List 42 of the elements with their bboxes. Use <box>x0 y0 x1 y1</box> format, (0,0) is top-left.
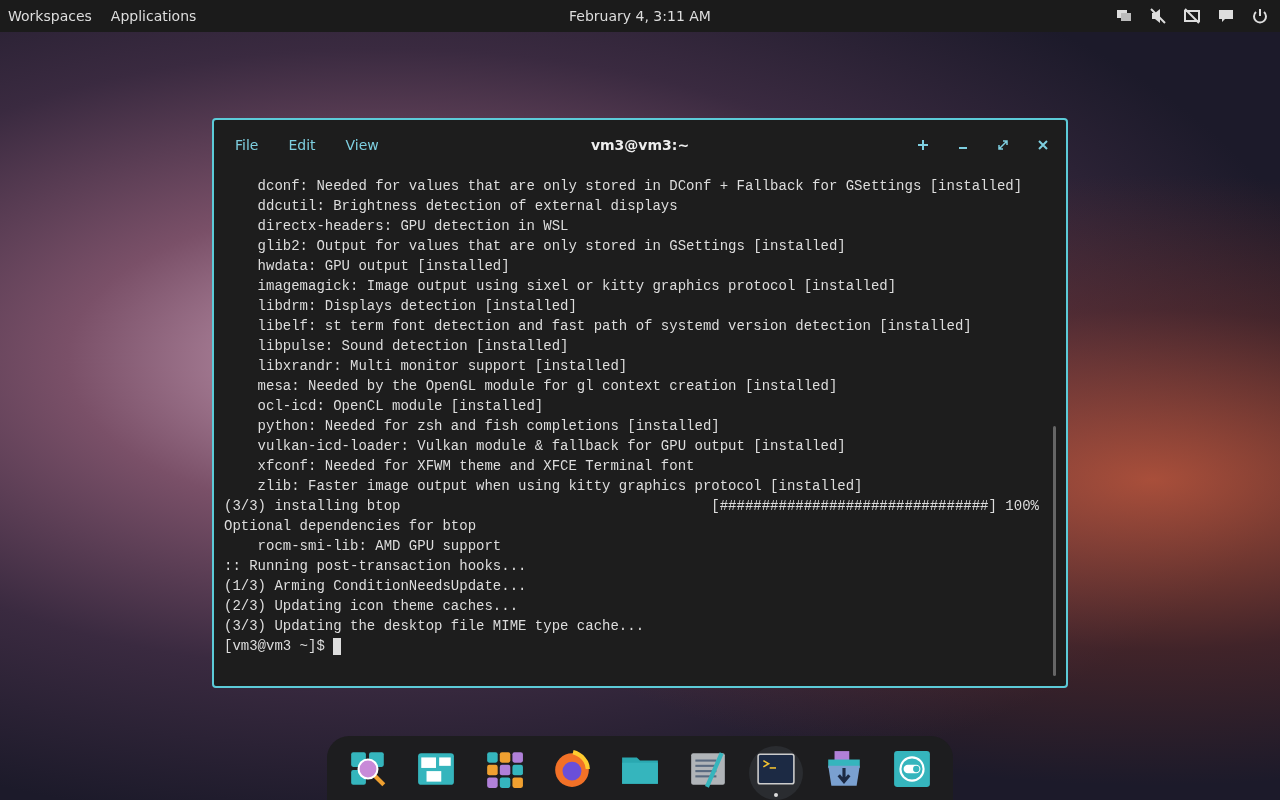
top-bar-menu[interactable]: Workspaces <box>8 8 101 24</box>
terminal-line: vulkan-icd-loader: Vulkan module & fallback for GPU output [installed] <box>256 437 846 456</box>
terminal-line: dconf: Needed for values that are only stored in DConf + Fallback for GSettings [installed] <box>256 177 1023 196</box>
clock[interactable]: February 4, 3:11 AM <box>569 8 711 24</box>
terminal-line: (1/3) Arming ConditionNeedsUpdate... <box>224 577 527 596</box>
terminal-line: libpulse: Sound detection [installed] <box>256 337 569 356</box>
toggle-switch-icon <box>892 749 932 789</box>
terminal-line: mesa: Needed by the OpenGL module for gl context creation [installed] <box>256 377 838 396</box>
terminal-line: ocl-icd: OpenCL module [installed] <box>256 397 544 416</box>
power-icon[interactable] <box>1251 7 1269 25</box>
menu-item[interactable]: Edit <box>288 137 316 153</box>
mute-icon[interactable] <box>1149 7 1167 25</box>
terminal-line: hwdata: GPU output [installed] <box>256 257 510 276</box>
terminal-line: rocm-smi-lib: AMD GPU support <box>256 537 502 556</box>
terminal-line: libelf: st term font detection and fast path of systemd version detection [installed] <box>256 317 972 336</box>
terminal-line: ddcutil: Brightness detection of external displays <box>256 197 678 216</box>
terminal-line: libdrm: Displays detection [installed] <box>256 297 577 316</box>
chat-icon[interactable] <box>1217 7 1235 25</box>
terminal-line: (2/3) Updating icon theme caches... <box>224 597 519 616</box>
terminal-line: xfconf: Needed for XFWM theme and XFCE Terminal font <box>256 457 695 476</box>
terminal-line: libxrandr: Multi monitor support [installed] <box>256 357 628 376</box>
menu-item[interactable]: File <box>235 137 259 153</box>
terminal-line: :: Running post-transaction hooks... <box>224 557 527 576</box>
running-indicator <box>774 793 778 797</box>
terminal-line: zlib: Faster image output when using kitty graphics protocol [installed] <box>256 477 863 496</box>
text-cursor <box>333 637 342 655</box>
menu-item[interactable]: View <box>345 137 379 153</box>
terminal-line: (3/3) Updating the desktop file MIME type cache... <box>224 617 645 636</box>
terminal-line: (3/3) installing btop [################################] 100% <box>224 497 1039 516</box>
shell-prompt: [vm3@vm3 ~]$ <box>224 637 326 656</box>
scrollbar[interactable] <box>1053 426 1056 676</box>
window-title: vm3@vm3:~ <box>590 137 690 153</box>
terminal-line: Optional dependencies for btop <box>224 517 477 536</box>
terminal-line: directx-headers: GPU detection in WSL <box>256 217 569 236</box>
browser-icon <box>552 749 592 789</box>
terminal-line: glib2: Output for values that are only stored in GSettings [installed] <box>256 237 846 256</box>
terminal-line: imagemagick: Image output using sixel or kitty graphics protocol [installed] <box>256 277 897 296</box>
search-icon <box>348 749 388 789</box>
top-bar-menu[interactable]: Applications <box>110 8 206 24</box>
terminal-line: python: Needed for zsh and fish completions [installed] <box>256 417 720 436</box>
camera-off-icon[interactable] <box>1183 7 1201 25</box>
app-grid-icon <box>484 749 524 789</box>
